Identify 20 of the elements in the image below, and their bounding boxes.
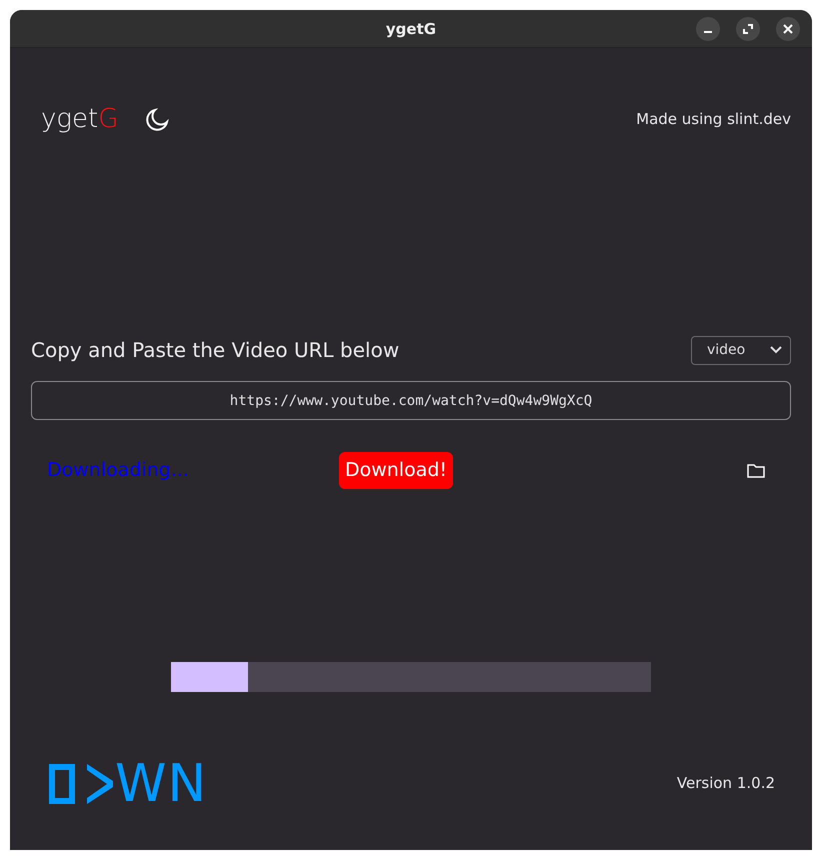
url-input-field[interactable]: https://www.youtube.com/watch?v=dQw4w9WgXcQ xyxy=(31,381,791,420)
minimize-icon xyxy=(704,30,712,32)
close-icon xyxy=(783,24,793,34)
download-button[interactable]: Download! xyxy=(338,452,454,488)
close-button[interactable] xyxy=(776,16,800,40)
logo-mark-icon xyxy=(47,762,115,806)
chevron-down-icon xyxy=(770,346,782,354)
window-title: ygetG xyxy=(386,20,436,38)
moon-icon[interactable] xyxy=(144,106,170,132)
download-status-text: Downloading... xyxy=(47,458,189,483)
maximize-button[interactable] xyxy=(736,16,760,40)
folder-icon[interactable] xyxy=(747,462,765,478)
instruction-heading: Copy and Paste the Video URL below xyxy=(31,337,400,364)
credit-text: Made using slint.dev xyxy=(636,109,791,130)
down-logo: WN xyxy=(47,758,208,810)
version-text: Version 1.0.2 xyxy=(676,773,775,794)
format-dropdown[interactable]: video xyxy=(691,336,791,364)
app-logo: ygetG xyxy=(41,103,118,136)
minimize-button[interactable] xyxy=(696,16,720,40)
maximize-icon xyxy=(743,24,753,34)
